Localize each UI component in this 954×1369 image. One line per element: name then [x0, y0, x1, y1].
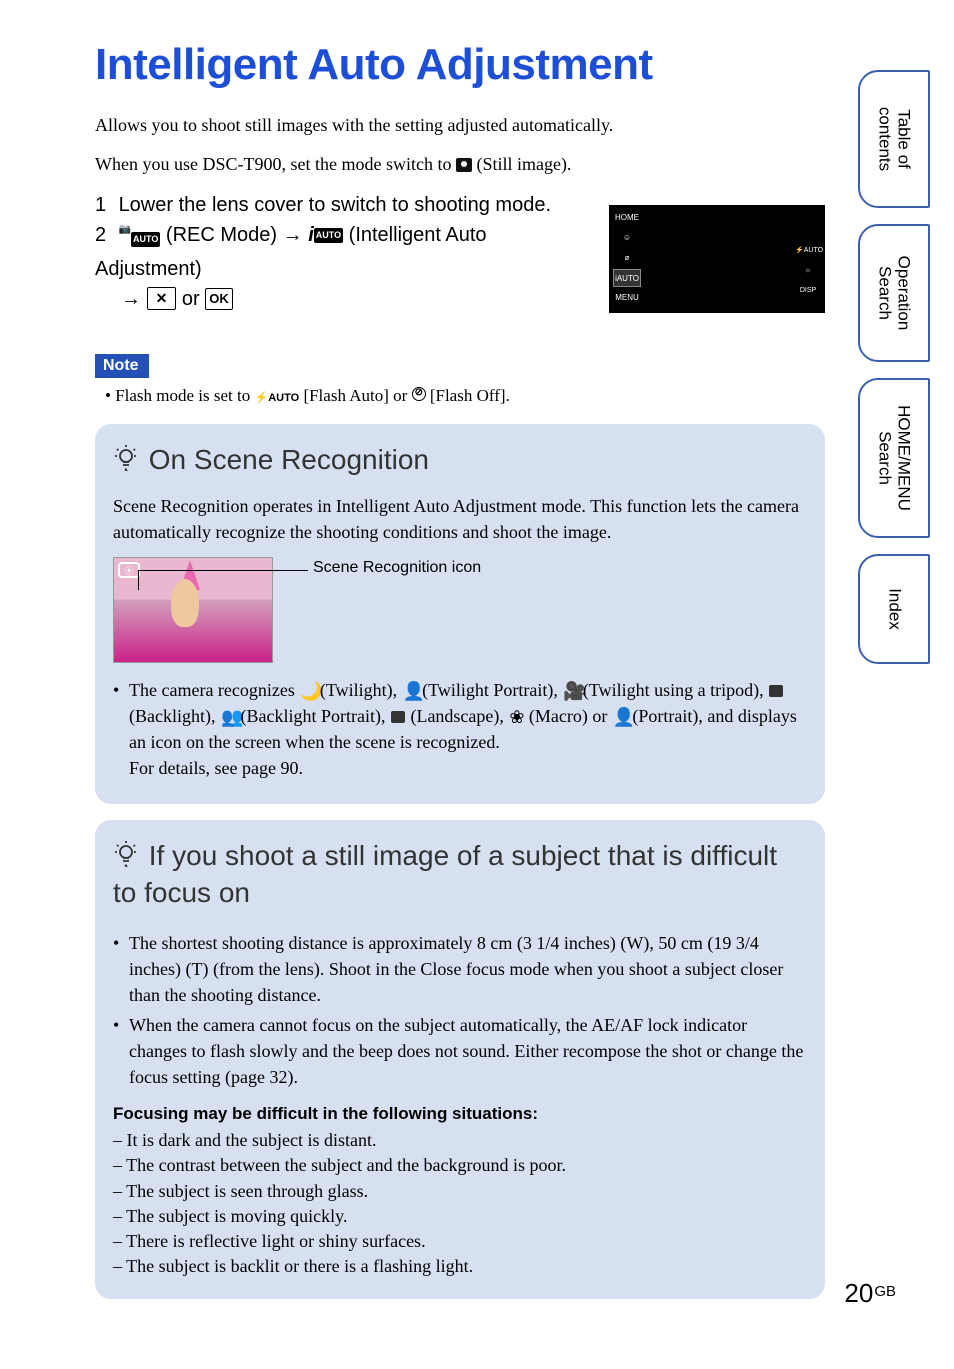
camera-screen-illustration: HOME ☺ ⌀ iAUTO MENU ⚡AUTO ☼ DISP: [609, 205, 825, 313]
camera-left-column: HOME ☺ ⌀ iAUTO MENU: [613, 209, 641, 309]
cam-macro-btn: ☼: [795, 263, 821, 279]
note-content: • Flash mode is set to ⚡AUTO [Flash Auto…: [95, 386, 825, 406]
step-1-row: 1 Lower the lens cover to switch to shoo…: [95, 190, 595, 220]
page-title: Intelligent Auto Adjustment: [95, 40, 825, 90]
note-b: [Flash Auto] or: [303, 386, 411, 405]
scene-figure: ⦿ Scene Recognition icon: [113, 557, 807, 663]
tip1-rec-a: The camera recognizes: [129, 680, 299, 700]
tab-label-2: HOME/MENU Search: [875, 405, 912, 511]
intro2-post: (Still image).: [476, 154, 571, 174]
backlight-icon: [769, 685, 783, 697]
twilight-portrait-icon: 👤: [403, 678, 417, 690]
camera-right-column: ⚡AUTO ☼ DISP: [795, 243, 821, 303]
arrow-2: →: [121, 288, 141, 310]
tab-label-1: Operation Search: [875, 256, 912, 331]
note-a: Flash mode is set to: [115, 386, 254, 405]
step-2-row: 2 📷AUTO (REC Mode) → iAUTO (Intelligent …: [95, 220, 595, 284]
arrow-1: →: [283, 224, 303, 246]
tip-bulb-icon: [113, 443, 141, 479]
tip2-b1-marker: •: [113, 930, 129, 1008]
steps-block: 1 Lower the lens cover to switch to shoo…: [95, 190, 595, 314]
tip-bulb-icon-2: [113, 839, 141, 875]
portrait-icon: 👤: [613, 704, 627, 716]
tip1-bullet-marker: •: [113, 677, 129, 781]
leader-line-v: [138, 570, 139, 590]
tip-panel-difficult-focus: If you shoot a still image of a subject …: [95, 820, 825, 1300]
side-tabs: Table of contents Operation Search HOME/…: [858, 70, 936, 680]
page-number-value: 20: [844, 1278, 873, 1308]
tip2-b2-text: When the camera cannot focus on the subj…: [129, 1012, 807, 1090]
tip1-title-text: On Scene Recognition: [149, 444, 429, 475]
still-image-icon: [456, 158, 472, 172]
tip2-b1-text: The shortest shooting distance is approx…: [129, 930, 807, 1008]
page-number: 20GB: [844, 1278, 896, 1309]
note-label: Note: [95, 354, 149, 378]
tab-table-of-contents[interactable]: Table of contents: [858, 70, 930, 208]
tip-panel-scene-recognition: On Scene Recognition Scene Recognition o…: [95, 424, 825, 804]
tip2-title-row: If you shoot a still image of a subject …: [113, 838, 807, 910]
tip1-body: Scene Recognition operates in Intelligen…: [113, 493, 807, 545]
step-2a: (REC Mode): [166, 224, 283, 246]
rec-mode-icon: 📷AUTO: [119, 224, 161, 254]
cam-timer-btn: ⌀: [613, 249, 641, 267]
tip2-title-text: If you shoot a still image of a subject …: [113, 840, 777, 908]
cam-menu-btn: MENU: [613, 289, 641, 307]
backlight-portrait-icon: 👥: [221, 704, 235, 716]
cancel-x-button-glyph: ✕: [147, 287, 177, 310]
iauto-prefix: i: [308, 224, 314, 246]
tip2-bullets: • The shortest shooting distance is appr…: [113, 930, 807, 1091]
twilight-icon: 🌙: [300, 678, 314, 690]
tab-operation-search[interactable]: Operation Search: [858, 224, 930, 362]
intro-paragraph-1: Allows you to shoot still images with th…: [95, 112, 825, 139]
macro-icon: ❀: [509, 704, 523, 716]
tip1-bullet-text: The camera recognizes 🌙 (Twilight), 👤 (T…: [129, 677, 807, 781]
note-bullet: •: [105, 386, 111, 405]
tip1-title-row: On Scene Recognition: [113, 442, 807, 479]
focus-item-0: – It is dark and the subject is distant.: [113, 1128, 807, 1153]
tab-label-3: Index: [885, 588, 904, 630]
party-hat-shape: [180, 560, 200, 590]
step-2-row-cont: → ✕ or OK: [95, 284, 595, 314]
leader-line-h: [138, 570, 308, 571]
tip1-detail: For details, see page 90.: [129, 758, 303, 778]
focusing-subheading: Focusing may be difficult in the followi…: [113, 1104, 807, 1124]
step-1-number: 1: [95, 190, 113, 220]
focus-item-1: – The contrast between the subject and t…: [113, 1153, 807, 1178]
flash-off-icon: ⊘: [412, 387, 426, 401]
focus-item-2: – The subject is seen through glass.: [113, 1179, 807, 1204]
scene-recognition-badge-icon: ⦿: [118, 562, 140, 578]
focus-item-5: – The subject is backlit or there is a f…: [113, 1254, 807, 1279]
tab-label-0: Table of contents: [875, 107, 912, 171]
tip2-b2-marker: •: [113, 1012, 129, 1090]
landscape-icon: [391, 711, 405, 723]
step-2-or: or: [182, 288, 205, 310]
scene-sample-image: ⦿: [113, 557, 273, 663]
iauto-icon: AUTO: [314, 228, 343, 244]
tip1-bullet: • The camera recognizes 🌙 (Twilight), 👤 …: [113, 677, 807, 781]
step-1-text: Lower the lens cover to switch to shooti…: [119, 194, 551, 216]
note-c: [Flash Off].: [430, 386, 510, 405]
cam-flash-btn: ⚡AUTO: [795, 243, 821, 259]
cam-iauto-btn: iAUTO: [613, 269, 641, 287]
focus-item-3: – The subject is moving quickly.: [113, 1204, 807, 1229]
focus-dash-list: – It is dark and the subject is distant.…: [113, 1128, 807, 1279]
tab-home-menu-search[interactable]: HOME/MENU Search: [858, 378, 930, 538]
scene-caption: Scene Recognition icon: [313, 559, 481, 577]
cam-disp-btn: DISP: [795, 283, 821, 299]
focus-item-4: – There is reflective light or shiny sur…: [113, 1229, 807, 1254]
twilight-tripod-icon: 🎥: [563, 678, 577, 690]
cam-smile-btn: ☺: [613, 229, 641, 247]
flash-auto-icon: ⚡AUTO: [255, 392, 300, 404]
step-2-number: 2: [95, 220, 113, 250]
cam-home-btn: HOME: [613, 209, 641, 227]
tab-index[interactable]: Index: [858, 554, 930, 664]
ok-button-glyph: OK: [205, 288, 233, 310]
intro-paragraph-2: When you use DSC-T900, set the mode swit…: [95, 151, 825, 178]
intro2-pre: When you use DSC-T900, set the mode swit…: [95, 154, 456, 174]
page-number-suffix: GB: [874, 1283, 896, 1300]
